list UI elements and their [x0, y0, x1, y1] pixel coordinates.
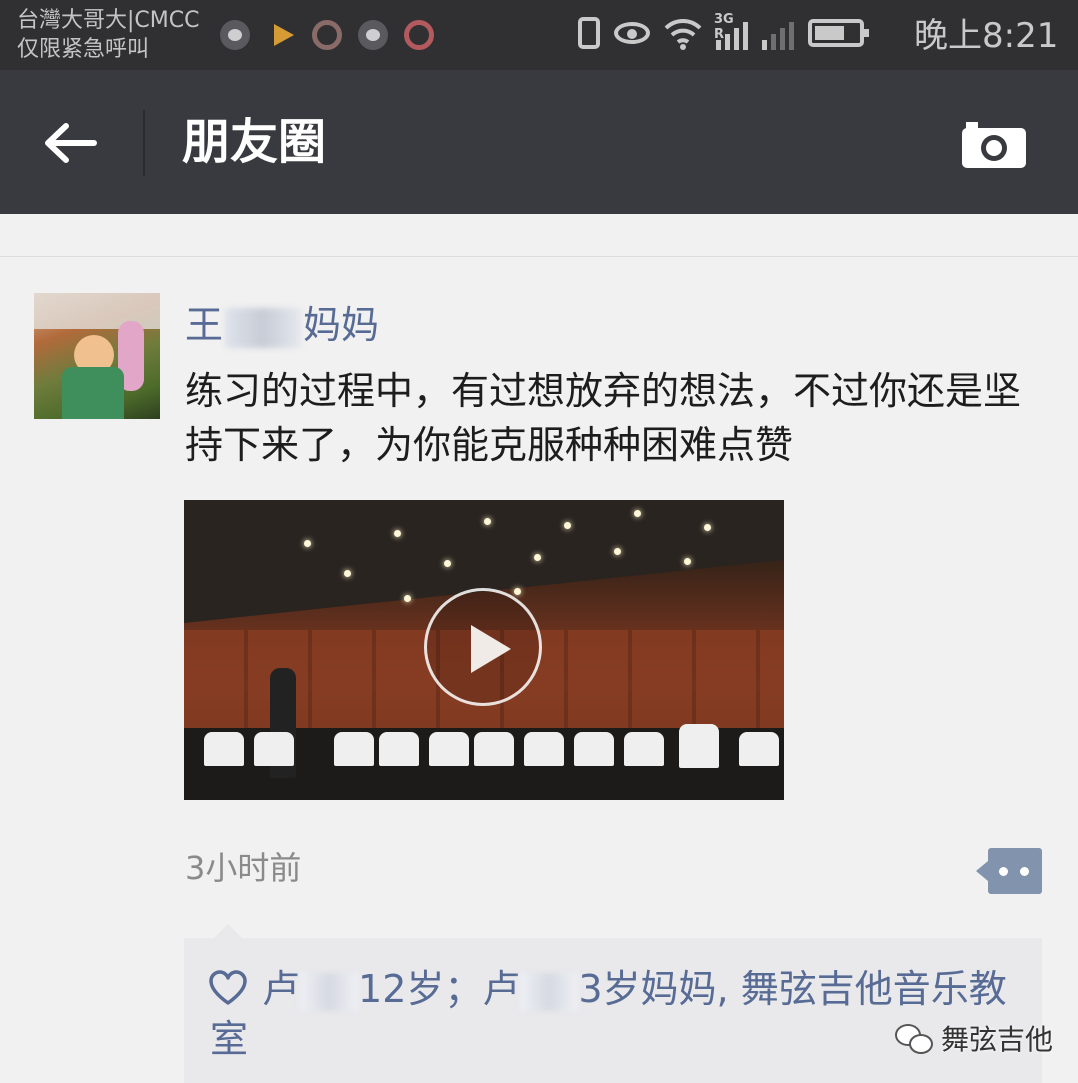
app-ring-icon [312, 20, 342, 50]
app-cat-icon [358, 20, 388, 50]
watermark-text: 舞弦吉他 [941, 1023, 1054, 1056]
status-time: 晚上8:21 [914, 16, 1059, 56]
page-title: 朋友圈 [182, 114, 327, 170]
carrier-info: 台灣大哥大|CMCC 仅限紧急呼叫 [17, 6, 199, 64]
navigation-bar: 朋友圈 [0, 70, 1078, 214]
author-name[interactable]: 王 妈妈 [185, 300, 379, 350]
vibrate-icon [578, 17, 600, 49]
divider [0, 256, 1078, 257]
likes-segment: 12岁；卢 [358, 967, 521, 1011]
notification-icons [220, 20, 434, 50]
comment-menu-button[interactable] [976, 848, 1042, 894]
nav-divider [143, 110, 145, 176]
likes-section: 卢 12岁；卢 3岁妈妈, 舞弦吉他音乐教室 [184, 924, 1042, 1083]
post-text: 练习的过程中，有过想放弃的想法，不过你还是坚持下来了，为你能克服种种困难点赞 [185, 369, 1022, 467]
camera-icon[interactable] [960, 120, 1028, 170]
signal-sim2-icon [762, 16, 794, 50]
play-icon[interactable] [424, 588, 542, 706]
author-name-start: 王 [185, 303, 224, 347]
status-bar: 台灣大哥大|CMCC 仅限紧急呼叫 3G R 晚上8:21 [0, 0, 1078, 70]
video-thumbnail[interactable] [184, 500, 784, 800]
battery-icon [808, 19, 869, 47]
author-name-end: 妈妈 [303, 303, 380, 347]
app-ring-icon [404, 20, 434, 50]
dot-icon [999, 867, 1008, 876]
liker-name-start: 卢 [262, 967, 301, 1011]
blurred-name-part [520, 972, 579, 1011]
author-avatar[interactable] [34, 293, 160, 419]
post-timestamp: 3小时前 [185, 849, 302, 887]
system-icons: 3G R [578, 12, 869, 50]
emergency-only-label: 仅限紧急呼叫 [17, 37, 150, 62]
wifi-icon [664, 18, 702, 50]
network-type-label: 3G R [714, 12, 734, 42]
blurred-name-part [225, 307, 302, 348]
blurred-name-part [300, 972, 359, 1011]
back-arrow-icon[interactable] [42, 122, 98, 164]
play-store-icon [266, 20, 296, 50]
carrier-name: 台灣大哥大|CMCC [17, 8, 200, 33]
signal-3g-icon: 3G R [714, 12, 748, 50]
eye-comfort-icon [614, 22, 650, 44]
app-cat-icon [220, 20, 250, 50]
watermark: 舞弦吉他 [895, 1018, 1053, 1058]
dot-icon [1020, 867, 1029, 876]
wechat-icon [895, 1022, 933, 1054]
